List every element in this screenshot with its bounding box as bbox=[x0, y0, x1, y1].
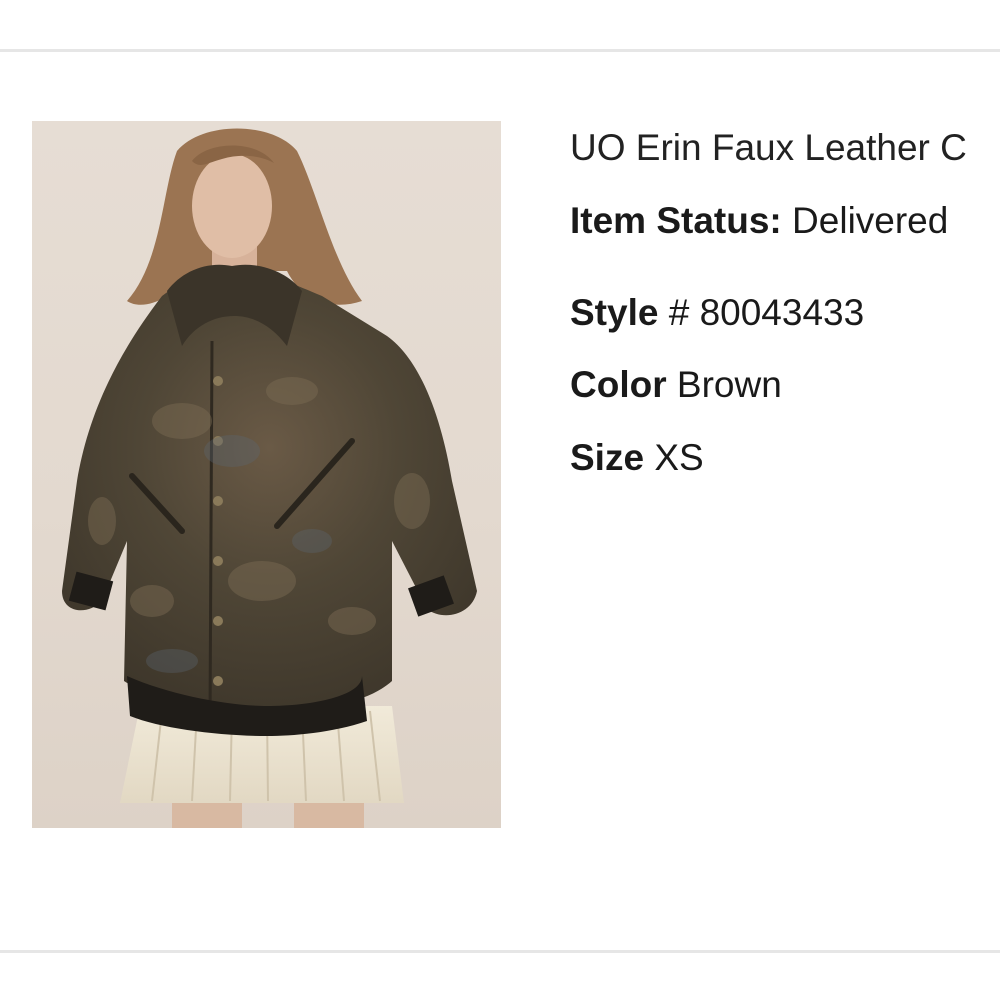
product-details: UO Erin Faux Leather C Item Status: Deli… bbox=[570, 0, 1000, 1000]
size-info: Size XS bbox=[570, 436, 704, 480]
color-info: Color Brown bbox=[570, 363, 782, 407]
product-title[interactable]: UO Erin Faux Leather C bbox=[570, 126, 967, 170]
item-status: Item Status: Delivered bbox=[570, 199, 948, 243]
color-label: Color bbox=[570, 364, 667, 405]
item-status-value: Delivered bbox=[792, 200, 949, 241]
style-value: # 80043433 bbox=[668, 292, 865, 333]
item-status-label: Item Status: bbox=[570, 200, 782, 241]
jacket-illustration bbox=[62, 128, 477, 828]
color-value: Brown bbox=[676, 364, 782, 405]
product-image[interactable] bbox=[32, 121, 501, 828]
style-label: Style bbox=[570, 292, 659, 333]
size-value: XS bbox=[654, 437, 704, 478]
size-label: Size bbox=[570, 437, 645, 478]
style-number: Style # 80043433 bbox=[570, 291, 864, 335]
bottom-divider bbox=[0, 950, 1000, 953]
